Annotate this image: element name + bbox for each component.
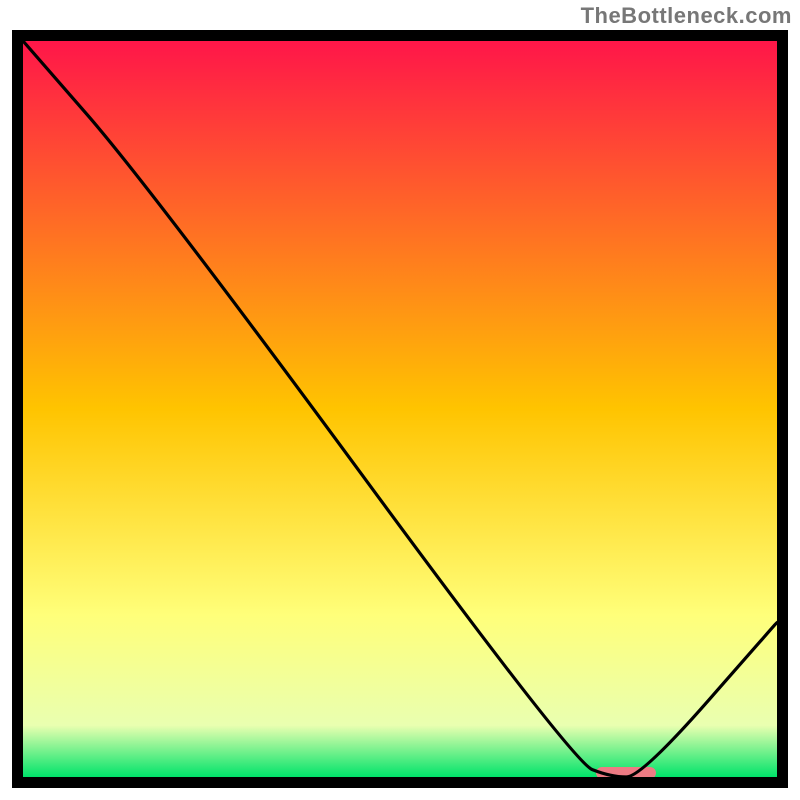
watermark-text: TheBottleneck.com bbox=[581, 3, 792, 29]
chart-container: TheBottleneck.com bbox=[0, 0, 800, 800]
chart-frame bbox=[12, 30, 788, 788]
bottleneck-curve bbox=[23, 41, 777, 777]
